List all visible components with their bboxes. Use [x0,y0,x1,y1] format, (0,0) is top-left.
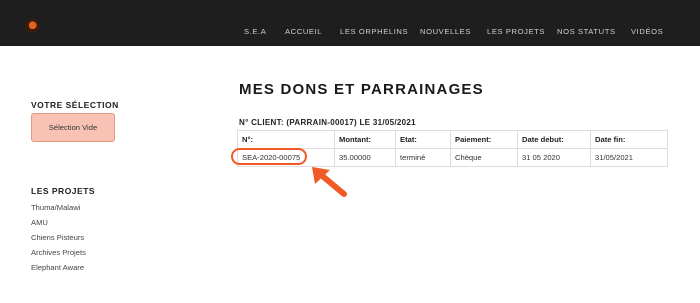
col-header-date-debut: Date debut: [517,130,591,149]
cell-montant: 35.00000 [334,148,396,167]
project-link-amu[interactable]: AMU [31,215,86,230]
sea-logo-icon[interactable] [25,19,39,33]
selection-empty-box[interactable]: Sélection Vide [31,113,115,142]
nav-item-nouvelles[interactable]: NOUVELLES [420,27,471,36]
selection-empty-label: Sélection Vide [48,123,98,132]
project-link-elephant[interactable]: Elephant Aware [31,260,86,275]
selection-heading: VOTRE SÉLECTION [31,100,119,110]
col-header-paiement: Paiement: [450,130,518,149]
nav-item-accueil[interactable]: ACCUEIL [285,27,322,36]
arrow-icon [312,167,347,197]
projects-list: Thuma/Malawi AMU Chiens Pisteurs Archive… [31,200,86,275]
project-link-chiens[interactable]: Chiens Pisteurs [31,230,86,245]
nav-item-sea[interactable]: S.E.A [244,27,266,36]
col-header-etat: Etat: [395,130,451,149]
col-header-montant: Montant: [334,130,396,149]
cell-etat: terminé [395,148,451,167]
cell-paiement: Chèque [450,148,518,167]
highlight-oval [231,148,307,165]
page-title: MES DONS ET PARRAINAGES [239,81,484,98]
nav-item-orphelins[interactable]: LES ORPHELINS [340,27,408,36]
nav-item-projets[interactable]: LES PROJETS [487,27,545,36]
cell-date-debut: 31 05 2020 [517,148,591,167]
project-link-thuma[interactable]: Thuma/Malawi [31,200,86,215]
projects-heading: LES PROJETS [31,186,96,196]
nav-item-videos[interactable]: VIDÉOS [631,27,663,36]
table-header-row: N°: Montant: Etat: Paiement: Date debut:… [237,130,668,149]
col-header-numero: N°: [237,130,335,149]
nav-item-statuts[interactable]: NOS STATUTS [557,27,616,36]
top-navbar: S.E.A ACCUEIL LES ORPHELINS NOUVELLES LE… [0,0,700,46]
project-link-archives[interactable]: Archives Projets [31,245,86,260]
col-header-date-fin: Date fin: [590,130,668,149]
cell-date-fin: 31/05/2021 [590,148,668,167]
client-number-line: N° CLIENT: (PARRAIN-00017) LE 31/05/2021 [239,118,416,127]
